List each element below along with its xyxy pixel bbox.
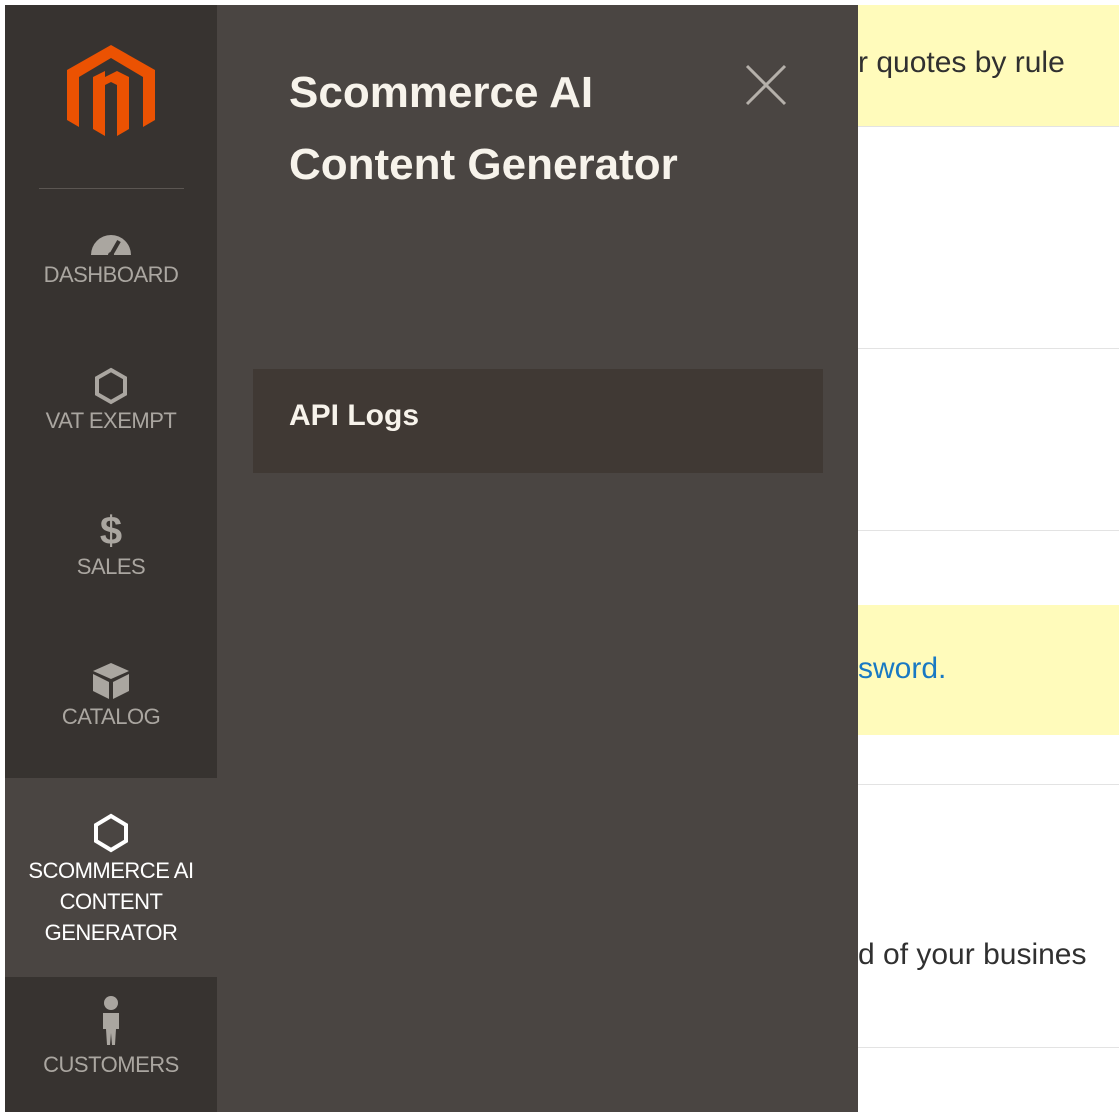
divider — [858, 784, 1119, 785]
hexagon-icon — [95, 367, 127, 405]
dashboard-gauge-icon — [91, 235, 131, 258]
logo-divider — [39, 188, 184, 189]
sidebar-item-customers[interactable]: CUSTOMERS — [5, 995, 217, 1105]
password-notice-link[interactable]: sword. — [858, 652, 946, 686]
divider — [858, 1047, 1119, 1048]
admin-sidebar: DASHBOARD VAT EXEMPT $ SALES CATALOG SCO… — [5, 5, 217, 1112]
sidebar-item-label: CUSTOMERS — [43, 1052, 179, 1077]
submenu-item-label[interactable]: API Logs — [289, 399, 419, 433]
sidebar-item-label: CATALOG — [61, 704, 161, 729]
sidebar-item-label: SCOMMERCE AI CONTENT GENERATOR — [28, 858, 194, 945]
box-icon — [93, 663, 129, 699]
sidebar-item-sales[interactable]: $ SALES — [5, 511, 217, 611]
dollar-icon: $ — [99, 509, 123, 553]
sidebar-item-vat-exempt[interactable]: VAT EXEMPT — [5, 367, 217, 467]
notice-text: r quotes by rule — [858, 46, 1065, 79]
submenu-title: Scommerce AI Content Generator — [289, 68, 678, 189]
sidebar-item-label: VAT EXEMPT — [45, 408, 177, 433]
submenu-flyout: Scommerce AI Content Generator API Logs — [217, 5, 858, 1112]
close-icon[interactable] — [741, 60, 791, 110]
content-text: d of your busines — [858, 938, 1087, 971]
hexagon-icon — [94, 813, 128, 853]
sidebar-item-label: DASHBOARD — [43, 262, 179, 287]
person-icon — [103, 996, 119, 1045]
divider — [858, 348, 1119, 349]
logo-link[interactable] — [5, 5, 217, 188]
submenu-item-api-logs[interactable]: API Logs — [253, 369, 823, 473]
divider — [858, 530, 1119, 531]
sidebar-item-dashboard[interactable]: DASHBOARD — [5, 223, 217, 323]
sidebar-item-label: SALES — [76, 554, 146, 579]
sidebar-item-catalog[interactable]: CATALOG — [5, 661, 217, 761]
sidebar-item-scommerce-ai[interactable]: SCOMMERCE AI CONTENT GENERATOR — [5, 778, 217, 977]
magento-logo-icon — [67, 45, 155, 136]
